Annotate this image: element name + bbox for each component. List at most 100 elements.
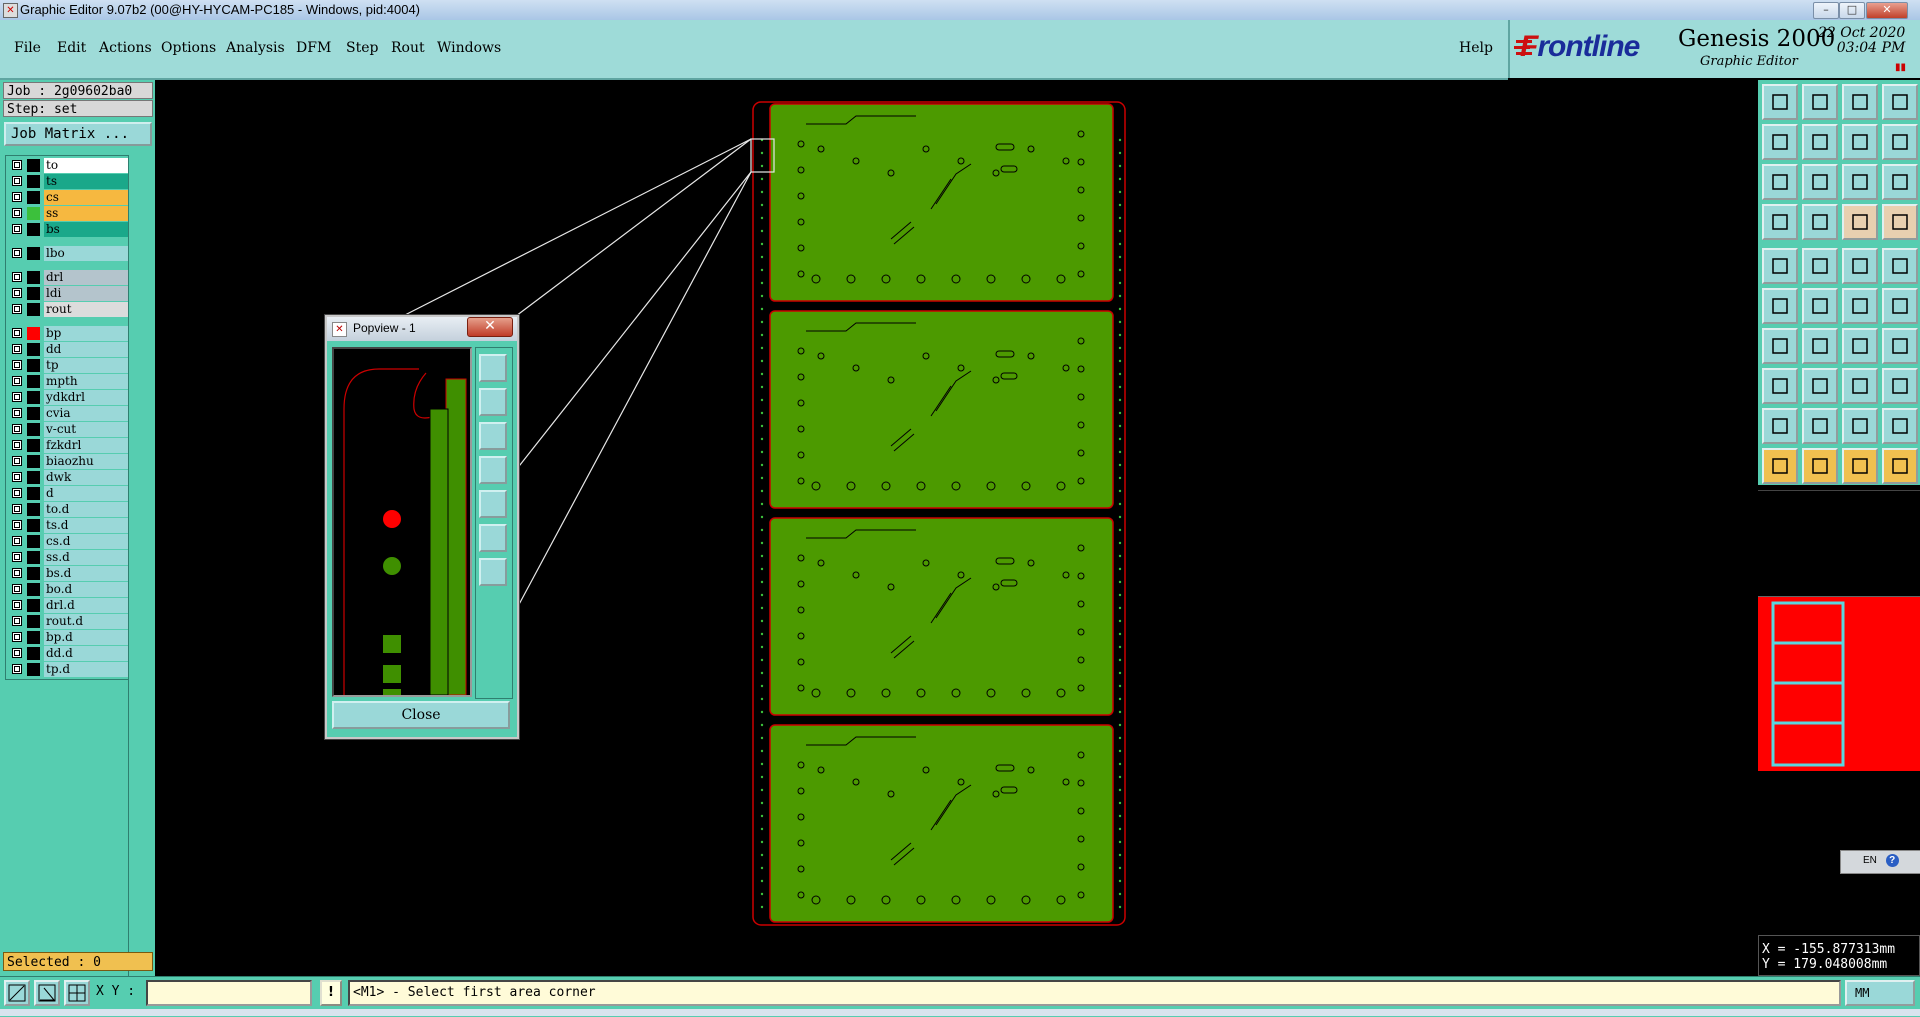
layer-row-rout-d[interactable]: rout.d bbox=[9, 614, 130, 629]
exclamation-button[interactable]: ! bbox=[320, 980, 342, 1006]
layer-row-bo-d[interactable]: bo.d bbox=[9, 582, 130, 597]
triangle-icon[interactable] bbox=[1762, 408, 1798, 444]
units-button[interactable]: MM bbox=[1845, 980, 1915, 1006]
layer-color-swatch[interactable] bbox=[27, 631, 40, 644]
layer-checkbox[interactable] bbox=[12, 536, 22, 546]
layer-checkbox[interactable] bbox=[12, 224, 22, 234]
layer-checkbox[interactable] bbox=[12, 160, 22, 170]
select-pointer3-icon[interactable] bbox=[1842, 448, 1878, 484]
panel-left-icon[interactable] bbox=[1762, 124, 1798, 160]
layer-color-swatch[interactable] bbox=[27, 583, 40, 596]
layer-checkbox[interactable] bbox=[12, 456, 22, 466]
layer-color-swatch[interactable] bbox=[27, 287, 40, 300]
layer-checkbox[interactable] bbox=[12, 648, 22, 658]
layer-row-tp[interactable]: tp bbox=[9, 358, 130, 373]
snap-icon[interactable] bbox=[1842, 124, 1878, 160]
measure-icon[interactable] bbox=[1762, 204, 1798, 240]
layer-checkbox[interactable] bbox=[12, 376, 22, 386]
layer-name[interactable]: rout.d bbox=[44, 614, 130, 629]
layer-name[interactable]: dd bbox=[44, 342, 130, 357]
pause-icon[interactable]: ▮▮ bbox=[1895, 62, 1906, 73]
close-window-button[interactable]: ✕ bbox=[1866, 2, 1908, 19]
layer-row-ts-d[interactable]: ts.d bbox=[9, 518, 130, 533]
zoom-home-icon[interactable] bbox=[1802, 164, 1838, 200]
arc-icon[interactable] bbox=[1842, 328, 1878, 364]
layer-name[interactable]: fzkdrl bbox=[44, 438, 130, 453]
route-icon[interactable] bbox=[1882, 124, 1918, 160]
layer-checkbox[interactable] bbox=[12, 520, 22, 530]
layer-row-bs[interactable]: bs bbox=[9, 222, 130, 237]
line-horizontal-icon[interactable] bbox=[1802, 368, 1838, 404]
scale-1-2-icon[interactable] bbox=[1842, 164, 1878, 200]
layer-color-swatch[interactable] bbox=[27, 567, 40, 580]
layer-checkbox[interactable] bbox=[12, 288, 22, 298]
layer-row-lbo[interactable]: lbo bbox=[9, 246, 130, 261]
layer-checkbox[interactable] bbox=[12, 504, 22, 514]
grid-snap-icon[interactable] bbox=[64, 980, 90, 1006]
layer-row-ss-d[interactable]: ss.d bbox=[9, 550, 130, 565]
layer-row-cvia[interactable]: cvia bbox=[9, 406, 130, 421]
overview-map[interactable] bbox=[1758, 596, 1920, 771]
node-cross-icon[interactable] bbox=[1802, 288, 1838, 324]
layer-name[interactable]: ydkdrl bbox=[44, 390, 130, 405]
layer-color-swatch[interactable] bbox=[27, 191, 40, 204]
layer-name[interactable]: bs.d bbox=[44, 566, 130, 581]
arch2-icon[interactable] bbox=[1882, 408, 1918, 444]
line-angle-icon[interactable] bbox=[1802, 328, 1838, 364]
layer-row-d[interactable]: d bbox=[9, 486, 130, 501]
connect-icon[interactable] bbox=[1762, 368, 1798, 404]
popview-zoom-in-icon[interactable] bbox=[479, 354, 507, 382]
layer-color-swatch[interactable] bbox=[27, 487, 40, 500]
layer-row-ydkdrl[interactable]: ydkdrl bbox=[9, 390, 130, 405]
layer-row-to[interactable]: to bbox=[9, 158, 130, 173]
layer-checkbox[interactable] bbox=[12, 488, 22, 498]
arch-icon[interactable] bbox=[1842, 408, 1878, 444]
select-pointer2-icon[interactable] bbox=[1802, 448, 1838, 484]
layer-color-swatch[interactable] bbox=[27, 535, 40, 548]
open-step-icon[interactable] bbox=[1762, 84, 1798, 120]
layer-name[interactable]: tp bbox=[44, 358, 130, 373]
layer-color-swatch[interactable] bbox=[27, 455, 40, 468]
job-matrix-button[interactable]: Job Matrix ... bbox=[4, 122, 152, 146]
layer-checkbox[interactable] bbox=[12, 272, 22, 282]
node-add-icon[interactable] bbox=[1762, 288, 1798, 324]
layer-color-swatch[interactable] bbox=[27, 519, 40, 532]
home-icon[interactable] bbox=[1842, 84, 1878, 120]
layer-name[interactable]: d bbox=[44, 486, 130, 501]
help-icon[interactable]: ? bbox=[1885, 854, 1899, 867]
layer-name[interactable]: ldi bbox=[44, 286, 130, 301]
layer-checkbox[interactable] bbox=[12, 424, 22, 434]
save-icon[interactable] bbox=[1802, 84, 1838, 120]
layer-name[interactable]: bo.d bbox=[44, 582, 130, 597]
layer-color-swatch[interactable] bbox=[27, 471, 40, 484]
layer-row-dd-d[interactable]: dd.d bbox=[9, 646, 130, 661]
layer-row-ss[interactable]: ss bbox=[9, 206, 130, 221]
layer-row-drl-d[interactable]: drl.d bbox=[9, 598, 130, 613]
layer-row-tp-d[interactable]: tp.d bbox=[9, 662, 130, 677]
layer-color-swatch[interactable] bbox=[27, 375, 40, 388]
minimize-button[interactable]: – bbox=[1813, 2, 1839, 19]
layer-row-ldi[interactable]: ldi bbox=[9, 286, 130, 301]
layer-color-swatch[interactable] bbox=[27, 423, 40, 436]
layer-checkbox[interactable] bbox=[12, 192, 22, 202]
triangle2-icon[interactable] bbox=[1802, 408, 1838, 444]
select-pointer-icon[interactable] bbox=[1762, 448, 1798, 484]
layer-checkbox[interactable] bbox=[12, 584, 22, 594]
popview-pan-down-icon[interactable] bbox=[479, 422, 507, 450]
layer-list-scrollbar[interactable] bbox=[128, 155, 154, 978]
layer-checkbox[interactable] bbox=[12, 408, 22, 418]
layer-name[interactable]: biaozhu bbox=[44, 454, 130, 469]
zoom-fit-icon[interactable] bbox=[1762, 164, 1798, 200]
menu-help[interactable]: Help bbox=[1459, 40, 1493, 56]
menu-analysis[interactable]: Analysis bbox=[226, 40, 285, 56]
layer-color-swatch[interactable] bbox=[27, 223, 40, 236]
layer-name[interactable]: dd.d bbox=[44, 646, 130, 661]
layer-row-ts[interactable]: ts bbox=[9, 174, 130, 189]
layer-checkbox[interactable] bbox=[12, 360, 22, 370]
layer-checkbox[interactable] bbox=[12, 328, 22, 338]
popview-close-button[interactable]: Close bbox=[332, 701, 510, 729]
layer-row-mpth[interactable]: mpth bbox=[9, 374, 130, 389]
layer-checkbox[interactable] bbox=[12, 616, 22, 626]
layer-color-swatch[interactable] bbox=[27, 159, 40, 172]
layer-checkbox[interactable] bbox=[12, 248, 22, 258]
